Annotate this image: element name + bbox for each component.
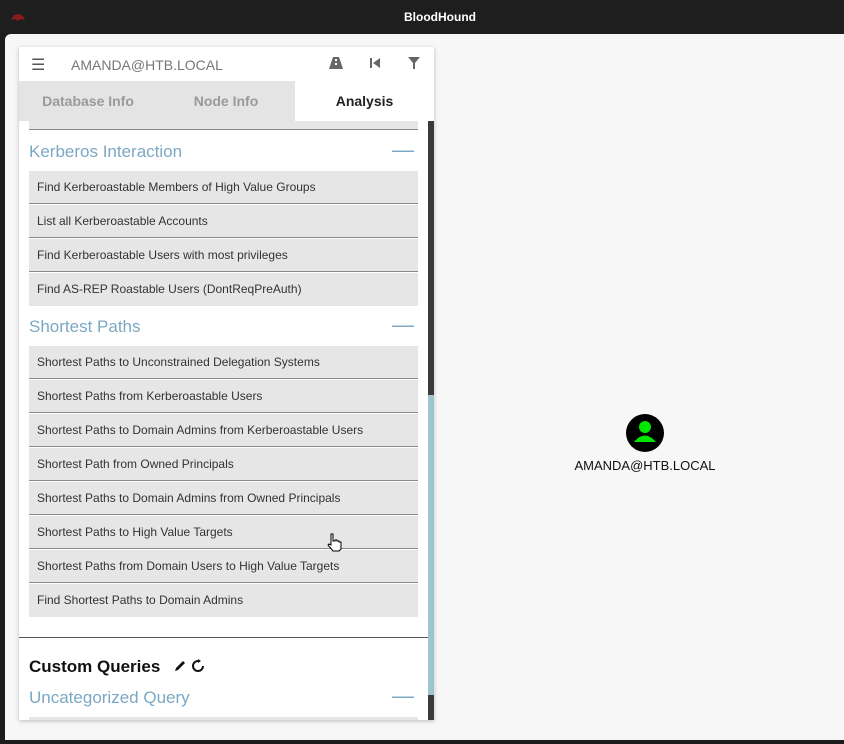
user-node-icon[interactable] — [626, 414, 664, 452]
scrollbar-thumb[interactable] — [428, 395, 434, 695]
query-item[interactable]: List all Kerberoastable Accounts — [29, 205, 418, 238]
collapse-icon[interactable]: — — [392, 137, 414, 163]
node-label: AMANDA@HTB.LOCAL — [574, 458, 716, 473]
search-bar: ☰ — [19, 47, 434, 81]
collapse-icon[interactable]: — — [392, 312, 414, 338]
query-item[interactable]: Find Kerberoastable Members of High Valu… — [29, 171, 418, 204]
section-title: Uncategorized Query — [29, 688, 190, 707]
section-title: Shortest Paths — [29, 317, 141, 336]
tab-node-info[interactable]: Node Info — [157, 81, 295, 121]
filter-icon[interactable] — [406, 55, 422, 71]
hand-cursor-icon — [327, 533, 342, 552]
tab-analysis[interactable]: Analysis — [295, 81, 434, 121]
query-item[interactable]: Find Kerberoastable Users with most priv… — [29, 239, 418, 272]
section-divider — [19, 637, 428, 638]
query-item-partial[interactable] — [29, 121, 418, 130]
pathfinding-icon[interactable] — [328, 55, 344, 71]
section-shortest-paths[interactable]: Shortest Paths — — [29, 312, 418, 342]
custom-queries-title: Custom Queries — [29, 657, 161, 676]
query-item[interactable]: Shortest Paths from Kerberoastable Users — [29, 380, 418, 413]
query-item[interactable]: Shortest Paths from Domain Users to High… — [29, 550, 418, 583]
query-item[interactable]: Shortest Paths to Domain Admins from Own… — [29, 482, 418, 515]
query-item[interactable]: Shortest Paths to High Value Targets — [29, 516, 418, 549]
window-titlebar: BloodHound — [0, 0, 844, 34]
panel-tabs: Database Info Node Info Analysis — [19, 81, 434, 121]
window-title: BloodHound — [404, 10, 476, 24]
query-item[interactable]: Find Shortest Paths to Domain Admins — [29, 584, 418, 617]
query-item[interactable]: Find AS-REP Roastable Users (DontReqPreA… — [29, 273, 418, 306]
edit-icon[interactable] — [173, 659, 187, 673]
custom-query-tools — [173, 659, 205, 678]
search-panel: ☰ Database Info Node Info Analysis Kerbe… — [19, 47, 434, 720]
section-kerberos-interaction[interactable]: Kerberos Interaction — — [29, 137, 418, 167]
search-input[interactable] — [69, 53, 313, 77]
collapse-icon[interactable]: — — [392, 683, 414, 709]
section-title: Kerberos Interaction — [29, 142, 183, 161]
section-uncategorized-query[interactable]: Uncategorized Query — — [29, 683, 418, 713]
query-item[interactable]: Shortest Paths to Domain Admins from Ker… — [29, 414, 418, 447]
scrollbar[interactable] — [428, 121, 434, 720]
query-item-partial[interactable] — [29, 717, 418, 720]
menu-icon[interactable]: ☰ — [31, 55, 45, 75]
tab-database-info[interactable]: Database Info — [19, 81, 157, 121]
query-item[interactable]: Shortest Path from Owned Principals — [29, 448, 418, 481]
refresh-icon[interactable] — [191, 659, 205, 673]
query-item[interactable]: Shortest Paths to Unconstrained Delegati… — [29, 346, 418, 379]
analysis-content: Kerberos Interaction — Find Kerberoastab… — [19, 121, 428, 720]
back-icon[interactable] — [367, 55, 383, 71]
